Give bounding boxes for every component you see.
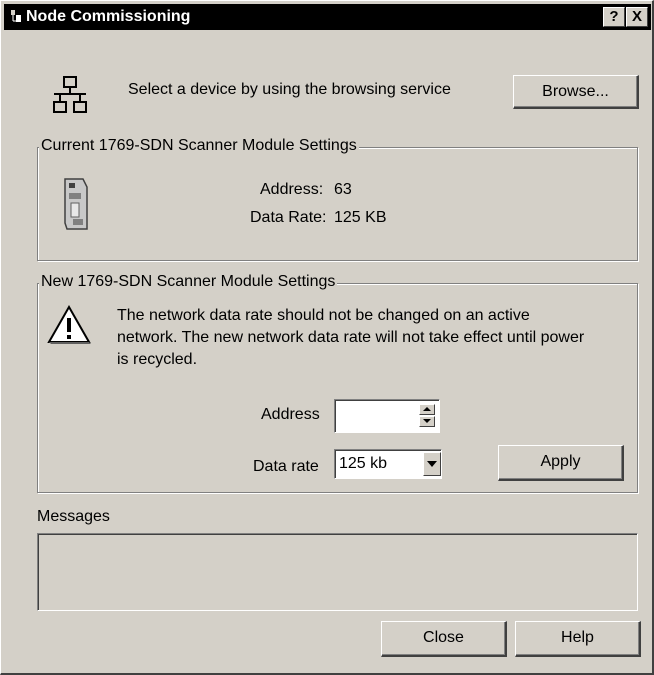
help-button-label: Help <box>561 629 594 646</box>
new-address-label: Address <box>261 406 320 423</box>
warning-line-2: network. The new network data rate will … <box>117 329 585 346</box>
data-rate-dropdown-button[interactable] <box>423 452 441 476</box>
address-stepper[interactable] <box>334 399 440 433</box>
current-settings-legend: Current 1769-SDN Scanner Module Settings <box>39 137 359 155</box>
browse-button[interactable]: Browse... <box>513 75 639 109</box>
close-button[interactable]: Close <box>381 621 507 657</box>
data-rate-selected: 125 kb <box>339 455 388 472</box>
network-tree-icon <box>53 76 87 113</box>
window-title: Node Commissioning <box>26 8 191 25</box>
apply-button[interactable]: Apply <box>498 445 624 481</box>
new-rate-label: Data rate <box>253 458 319 475</box>
close-button-label: Close <box>423 629 464 646</box>
title-bar[interactable]: Node Commissioning ? X <box>4 4 651 30</box>
new-settings-legend: New 1769-SDN Scanner Module Settings <box>39 273 338 291</box>
browse-prompt: Select a device by using the browsing se… <box>128 81 451 98</box>
current-settings-group <box>37 147 638 261</box>
close-icon: X <box>631 8 642 25</box>
messages-label: Messages <box>37 508 110 525</box>
current-address-value: 63 <box>334 181 352 198</box>
address-up-button[interactable] <box>419 404 435 415</box>
chevron-down-icon <box>427 461 437 467</box>
spin-down-icon <box>423 419 431 423</box>
data-rate-select[interactable]: 125 kb <box>334 449 442 479</box>
close-title-button[interactable]: X <box>626 7 648 27</box>
warning-line-3: is recycled. <box>117 351 198 368</box>
messages-box[interactable] <box>37 533 638 611</box>
browse-button-label: Browse... <box>542 83 609 100</box>
current-address-label: Address: <box>260 181 324 198</box>
current-rate-label: Data Rate: <box>250 209 327 226</box>
node-commissioning-dialog: Node Commissioning ? X Select a device b… <box>0 0 654 675</box>
scanner-module-icon <box>64 178 88 230</box>
help-button[interactable]: Help <box>515 621 641 657</box>
apply-button-label: Apply <box>540 453 581 470</box>
warning-line-1: The network data rate should not be chan… <box>117 307 530 324</box>
current-rate-value: 125 KB <box>334 209 387 226</box>
address-down-button[interactable] <box>419 416 435 427</box>
app-icon <box>11 10 21 22</box>
warning-icon <box>47 305 91 344</box>
spin-up-icon <box>423 407 431 411</box>
help-glyph: ? <box>609 8 619 25</box>
help-title-button[interactable]: ? <box>603 7 625 27</box>
